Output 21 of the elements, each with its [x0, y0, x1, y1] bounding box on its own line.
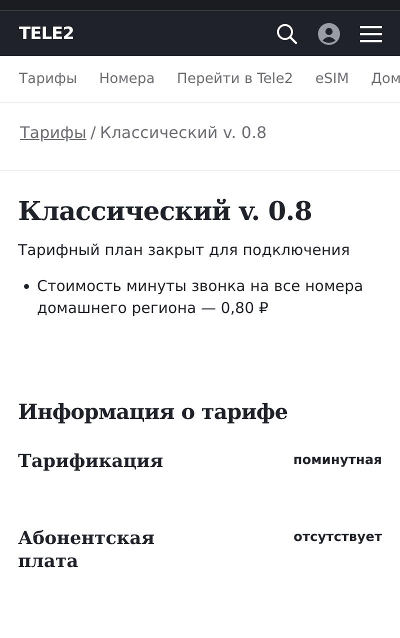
info-value: отсутствует [294, 530, 382, 545]
nav-link[interactable]: Тарифы [19, 71, 78, 87]
info-label: Абонентская плата [18, 527, 156, 573]
bullet-text: Стоимость минуты звонка на все номера домашнего региона — 0,80 ₽ [37, 276, 364, 319]
breadcrumb-separator: / [90, 123, 96, 142]
bullet-dot [24, 284, 29, 289]
page-title: Классический v. 0.8 [18, 197, 313, 227]
logo[interactable]: TELE2 [19, 24, 74, 44]
breadcrumb-current: Классический v. 0.8 [100, 123, 267, 142]
menu-icon[interactable] [360, 24, 382, 42]
nav-link[interactable]: Дом [370, 71, 400, 87]
breadcrumb-link[interactable]: Тарифы [20, 123, 86, 142]
section-heading: Информация о тарифе [18, 399, 289, 424]
search-icon[interactable] [276, 22, 298, 44]
subtitle: Тарифный план закрыт для подключения [18, 241, 351, 259]
nav-link[interactable]: eSIM [315, 71, 349, 87]
user-icon[interactable] [318, 22, 340, 44]
nav-link[interactable]: Перейти в Tele2 [176, 71, 294, 87]
info-value: поминутная [293, 453, 382, 468]
info-label: Тарификация [18, 450, 164, 473]
nav-link[interactable]: Номера [99, 71, 155, 87]
